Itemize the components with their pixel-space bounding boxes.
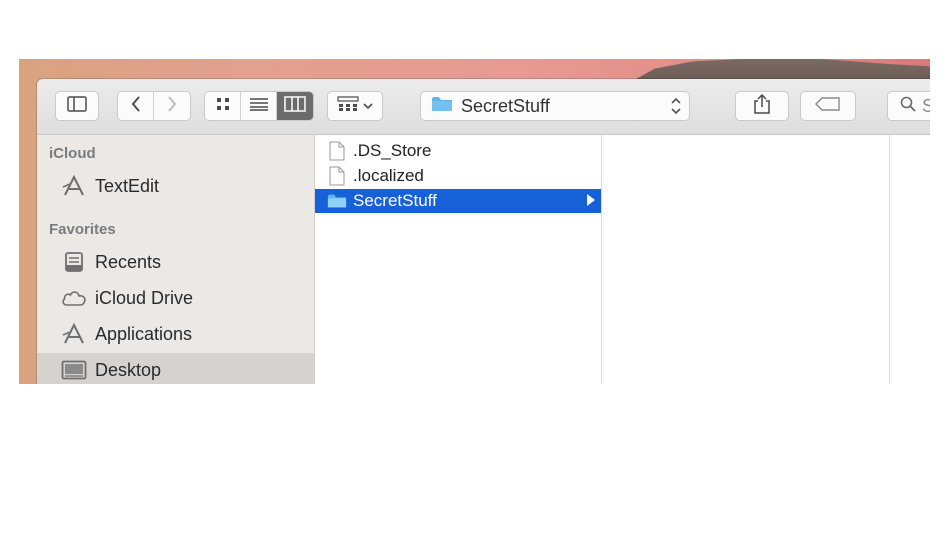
file-row-ds-store[interactable]: .DS_Store (315, 139, 601, 163)
file-row-localized[interactable]: .localized (315, 164, 601, 188)
app-icon (61, 175, 87, 197)
sidebar: iCloud TextEdit Favorites Recents iCloud… (37, 135, 315, 384)
column-view-icon (284, 95, 306, 117)
browser-column-2 (602, 135, 890, 384)
folder-icon (327, 191, 347, 211)
disclosure-arrow-icon (587, 194, 595, 206)
toolbar: SecretStuff Se (37, 79, 930, 135)
list-view-button[interactable] (241, 92, 277, 120)
forward-icon (166, 95, 178, 118)
sidebar-item-label: Applications (95, 323, 193, 344)
folder-icon (431, 95, 453, 118)
path-popup[interactable]: SecretStuff (420, 91, 690, 121)
sidebar-item-label: iCloud Drive (95, 287, 194, 308)
finder-window: SecretStuff Se (37, 79, 930, 384)
back-button[interactable] (118, 92, 154, 120)
sidebar-item-label: Recents (95, 251, 162, 272)
arrange-icon (337, 95, 359, 117)
forward-button[interactable] (154, 92, 190, 120)
sidebar-item-recents[interactable]: Recents (37, 245, 314, 279)
chevron-down-icon (363, 97, 373, 115)
sidebar-item-applications[interactable]: Applications (37, 317, 314, 351)
app-icon (61, 323, 87, 345)
icon-view-icon (215, 96, 231, 117)
search-input[interactable]: Se (887, 91, 930, 121)
search-placeholder: Se (922, 95, 930, 116)
recents-icon (61, 251, 87, 273)
cloud-icon (61, 287, 87, 309)
share-icon (753, 93, 771, 119)
back-forward-control (117, 91, 191, 121)
column-view-button[interactable] (277, 92, 313, 120)
arrange-button[interactable] (327, 91, 383, 121)
sidebar-toggle-button[interactable] (55, 91, 99, 121)
sidebar-toggle-icon (67, 95, 87, 117)
sidebar-item-label: TextEdit (95, 175, 160, 196)
up-down-icon (671, 97, 681, 120)
sidebar-section-icloud: iCloud (49, 145, 96, 162)
share-button[interactable] (735, 91, 789, 121)
sidebar-item-desktop[interactable]: Desktop (37, 353, 314, 384)
desktop-icon (61, 359, 87, 381)
path-label: SecretStuff (461, 95, 550, 116)
search-icon (900, 96, 916, 117)
list-view-icon (249, 97, 269, 116)
sidebar-section-favorites: Favorites (49, 221, 116, 238)
tag-button[interactable] (800, 91, 856, 121)
sidebar-item-icloud-drive[interactable]: iCloud Drive (37, 281, 314, 315)
document-icon (327, 141, 347, 161)
desktop-background: SecretStuff Se (19, 59, 930, 384)
sidebar-item-label: Desktop (95, 359, 162, 380)
browser-column-3 (890, 135, 930, 384)
view-mode-control (204, 91, 314, 121)
file-name: .DS_Store (353, 141, 432, 160)
document-icon (327, 166, 347, 186)
sidebar-item-textedit[interactable]: TextEdit (37, 169, 314, 203)
tag-icon (815, 96, 841, 116)
file-name: .localized (353, 166, 424, 185)
file-name: SecretStuff (353, 191, 437, 210)
icon-view-button[interactable] (205, 92, 241, 120)
back-icon (130, 95, 142, 118)
file-row-secretstuff[interactable]: SecretStuff (315, 189, 601, 213)
browser-column-1: .DS_Store .localized SecretStuff (315, 135, 602, 384)
